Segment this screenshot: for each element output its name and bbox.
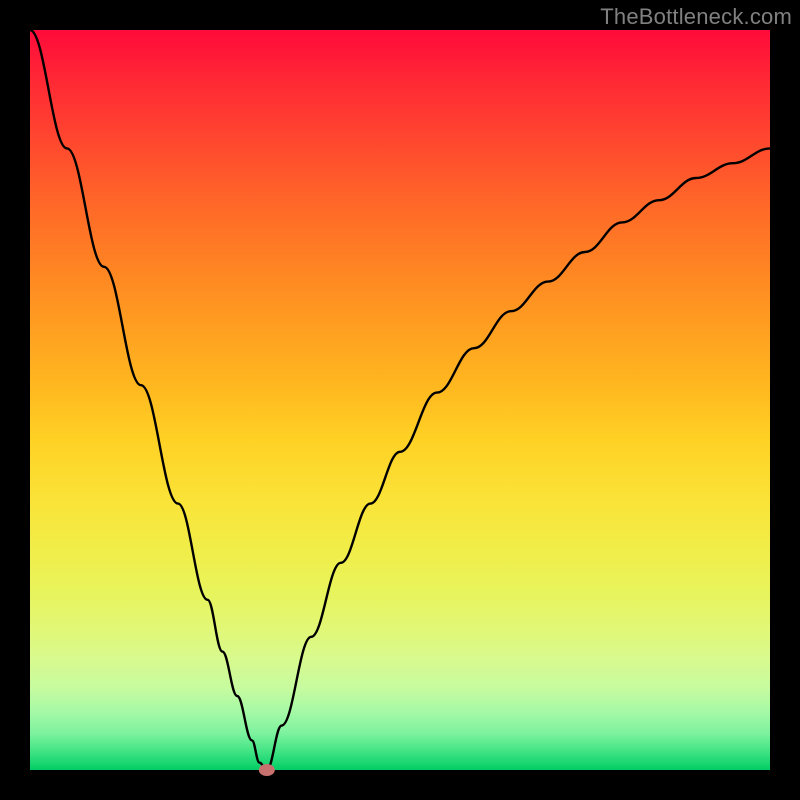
- chart-frame: TheBottleneck.com: [0, 0, 800, 800]
- chart-svg: [30, 30, 770, 770]
- optimum-marker: [259, 764, 275, 776]
- watermark-text: TheBottleneck.com: [600, 4, 792, 30]
- bottleneck-curve: [30, 30, 770, 770]
